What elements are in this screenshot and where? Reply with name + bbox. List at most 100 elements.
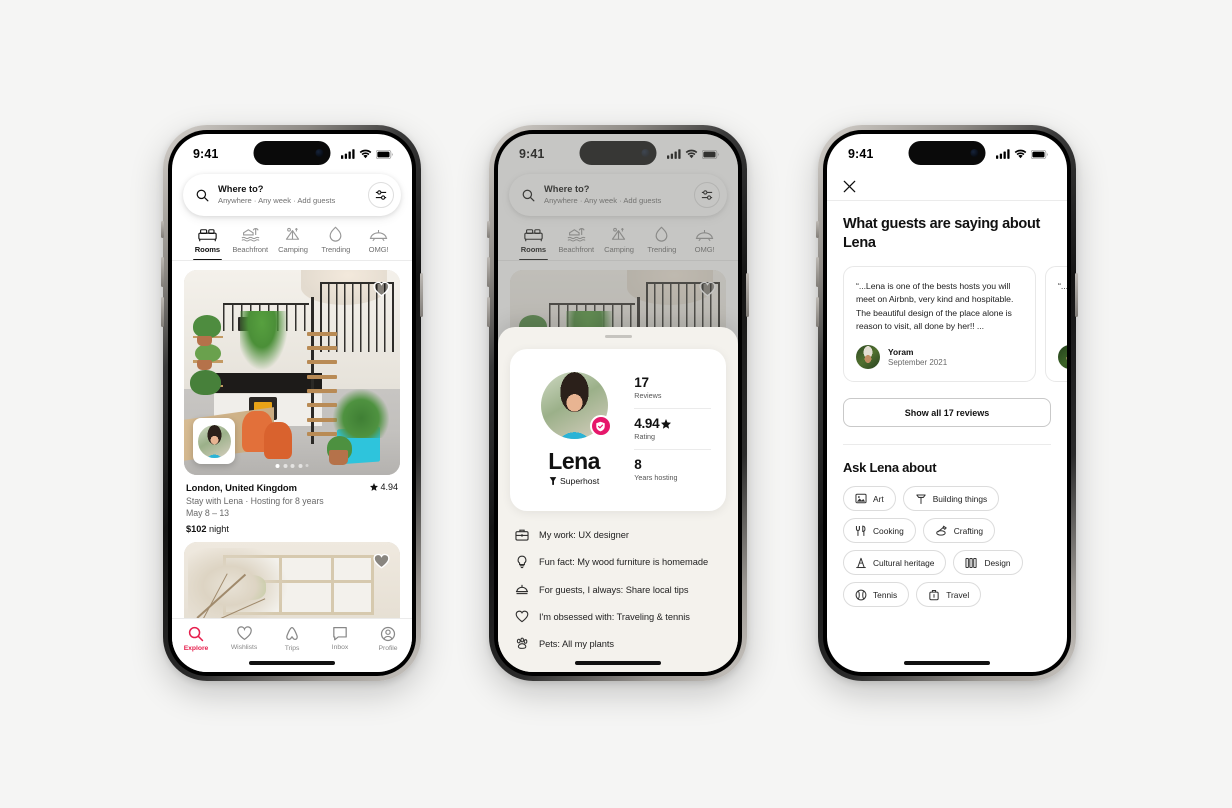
volume-down-button[interactable] (487, 297, 490, 327)
mute-switch[interactable] (487, 221, 490, 238)
chip-travel[interactable]: Travel (916, 582, 982, 608)
tab-inbox[interactable]: Inbox (316, 626, 364, 651)
power-button[interactable] (420, 273, 423, 317)
stat-value: 4.94 (634, 416, 660, 431)
category-tabs: Rooms Beachfront Camping Trending OMG! (172, 216, 412, 261)
category-tab-trending[interactable]: Trending (314, 225, 357, 261)
status-indicators (341, 149, 393, 159)
listing-photo[interactable] (184, 270, 400, 475)
chip-design[interactable]: Design (953, 550, 1023, 576)
status-indicators (996, 149, 1048, 159)
price-amount: $102 (186, 524, 207, 534)
hammer-icon (915, 493, 927, 505)
tab-label: Explore (183, 645, 209, 652)
review-author-meta: Yoram September 2021 (888, 347, 947, 367)
heart-icon[interactable] (372, 279, 391, 298)
close-icon[interactable] (843, 180, 856, 193)
camping-icon (283, 225, 302, 242)
superhost-badge: Superhost (549, 476, 599, 486)
airbnb-belo-icon (286, 626, 298, 641)
fact-fun: Fun fact: My wood furniture is homemade (514, 555, 722, 569)
monument-icon (855, 557, 867, 569)
power-button[interactable] (746, 273, 749, 317)
cellular-signal-icon (341, 149, 355, 159)
category-tab-omg[interactable]: OMG! (357, 225, 400, 261)
volume-down-button[interactable] (161, 297, 164, 327)
category-label: Camping (278, 245, 308, 254)
search-icon (188, 626, 204, 642)
tab-profile[interactable]: Profile (364, 626, 412, 652)
design-books-icon (965, 557, 978, 569)
stat-reviews: 17 Reviews (634, 368, 711, 408)
tab-trips[interactable]: Trips (268, 626, 316, 652)
fact-text: Pets: All my plants (539, 638, 615, 649)
chip-label: Tennis (873, 589, 898, 600)
home-indicator[interactable] (249, 661, 335, 665)
star-icon (661, 418, 672, 429)
category-tab-rooms[interactable]: Rooms (186, 225, 229, 261)
volume-up-button[interactable] (816, 257, 819, 287)
chip-cultural-heritage[interactable]: Cultural heritage (843, 550, 947, 576)
search-bar[interactable]: Where to? Anywhere · Any week · Add gues… (183, 174, 401, 216)
photo-carousel-dots[interactable] (275, 464, 309, 468)
category-label: Rooms (194, 245, 221, 254)
interest-chips: Art Building things Cooking Crafting Cul… (827, 475, 1067, 608)
lightbulb-icon (514, 555, 529, 569)
chip-label: Cultural heritage (873, 557, 935, 568)
superhost-label: Superhost (560, 476, 600, 486)
stat-label: Years hosting (634, 473, 678, 482)
listing-dates: May 8 – 13 (186, 508, 230, 518)
chip-label: Travel (946, 589, 970, 600)
rating-value: 4.94 (380, 482, 398, 492)
category-tab-beachfront[interactable]: Beachfront (229, 225, 272, 261)
chip-crafting[interactable]: Crafting (922, 518, 996, 544)
search-icon (196, 189, 209, 201)
listing-card[interactable]: London, United Kingdom 4.94 Stay with Le… (184, 270, 400, 534)
chip-tennis[interactable]: Tennis (843, 582, 910, 608)
review-text: “...Lena is one of the bests hosts you w… (856, 281, 1014, 331)
volume-up-button[interactable] (161, 257, 164, 287)
stat-value: 17 (634, 375, 649, 390)
cutlery-icon (855, 525, 867, 537)
filter-sliders-icon (375, 190, 387, 200)
home-indicator[interactable] (904, 661, 990, 665)
tab-explore[interactable]: Explore (172, 626, 220, 652)
chip-art[interactable]: Art (843, 486, 896, 512)
listing-host-line: Stay with Lena · Hosting for 8 years (186, 495, 324, 506)
show-all-reviews-button[interactable]: Show all 17 reviews (843, 398, 1051, 428)
review-card-partial[interactable]: “...T des can sho (1045, 266, 1067, 383)
heart-outline-icon (514, 610, 529, 623)
host-profile-card: Lena Superhost 17 Reviews 4.94 Rating 8 … (510, 349, 726, 511)
category-label: OMG! (368, 245, 389, 254)
chip-building-things[interactable]: Building things (902, 486, 1000, 512)
stat-value-row: 4.94 (634, 416, 711, 431)
chip-label: Cooking (873, 525, 904, 536)
suitcase-icon (928, 589, 940, 601)
category-label: Trending (321, 245, 351, 254)
host-identity: Lena Superhost (525, 368, 623, 490)
sheet-drag-handle[interactable] (604, 335, 632, 338)
category-tab-camping[interactable]: Camping (272, 225, 315, 261)
review-card[interactable]: “...Lena is one of the bests hosts you w… (843, 266, 1036, 383)
chip-cooking[interactable]: Cooking (843, 518, 916, 544)
mute-switch[interactable] (816, 221, 819, 238)
reviews-carousel[interactable]: “...Lena is one of the bests hosts you w… (827, 253, 1067, 383)
chip-label: Crafting (953, 525, 984, 536)
listing-price: $102 night (186, 524, 398, 534)
fact-pets: Pets: All my plants (514, 637, 722, 650)
modal-header (827, 172, 1067, 200)
home-indicator[interactable] (575, 661, 661, 665)
tab-wishlists[interactable]: Wishlists (220, 626, 268, 651)
heart-icon[interactable] (372, 551, 391, 570)
listing-meta: London, United Kingdom 4.94 Stay with Le… (184, 475, 400, 534)
filter-button[interactable] (368, 182, 394, 208)
volume-down-button[interactable] (816, 297, 819, 327)
power-button[interactable] (1075, 273, 1078, 317)
volume-up-button[interactable] (487, 257, 490, 287)
tab-label: Trips (284, 645, 300, 652)
phone2-screen: 9:41 Where to? Anywhere · Any week · Add… (498, 134, 738, 672)
star-icon (369, 483, 378, 491)
superhost-badge-icon (549, 477, 557, 485)
mute-switch[interactable] (161, 221, 164, 238)
fact-text: My work: UX designer (539, 529, 629, 540)
